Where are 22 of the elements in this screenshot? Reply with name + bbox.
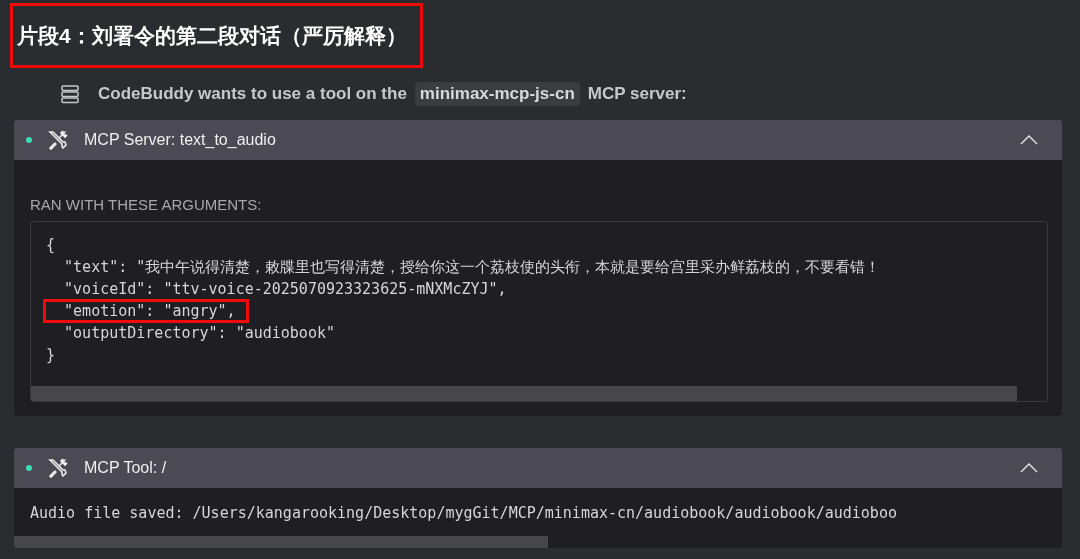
code-line: "voiceId": "ttv-voice-2025070923323625-mNXMcZYJ",	[63, 279, 508, 300]
panel-header[interactable]: MCP Server: text_to_audio	[14, 120, 1062, 160]
chevron-icon[interactable]	[1020, 463, 1038, 473]
output-text: Audio file saved: /Users/kangarooking/Desktop/mygGit/MCP/minimax-cn/audiobook/audiobook/audioboo	[29, 503, 898, 524]
panel-title: MCP Server: text_to_audio	[84, 131, 277, 149]
code-line: "outputDirectory": "audiobook"	[63, 323, 336, 344]
panel-header[interactable]: MCP Tool: /	[14, 448, 1062, 488]
server-name: minimax-mcp-js-cn	[414, 82, 580, 106]
server-icon	[60, 84, 80, 104]
section-label: RAN WITH THESE ARGUMENTS:	[30, 196, 263, 213]
request-text: CodeBuddy wants to use a tool on the	[98, 84, 407, 104]
code-line: "text": "我中午说得清楚，敕牒里也写得清楚，授给你这一个荔枝使的头衔，本就是要给宫里采办鲜荔枝的，不要看错！	[63, 257, 882, 278]
tools-icon	[46, 456, 70, 480]
tools-icon	[46, 128, 70, 152]
panel-title: MCP Tool: /	[84, 459, 168, 477]
chevron-icon[interactable]	[1020, 135, 1038, 145]
status-dot	[26, 137, 32, 143]
code-line: {	[45, 235, 57, 256]
code-line: }	[45, 345, 57, 366]
request-text: MCP server:	[587, 84, 687, 104]
section-heading: 片段4：刘署令的第二段对话（严厉解释）	[10, 3, 423, 68]
status-dot	[26, 465, 32, 471]
